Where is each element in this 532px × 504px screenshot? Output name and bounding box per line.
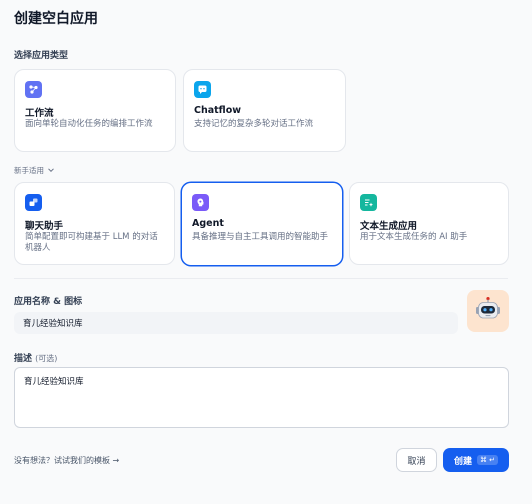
app-name-input[interactable] [14, 312, 458, 334]
app-type-card-chat-assistant[interactable]: 聊天助手 简单配置即可构建基于 LLM 的对话机器人 [14, 182, 175, 265]
workflow-icon [25, 81, 42, 98]
description-label-text: 描述 [14, 354, 33, 364]
card-description: 用于文本生成任务的 AI 助手 [360, 232, 468, 242]
app-type-card-chatflow[interactable]: Chatflow 支持记忆的复杂多轮对话工作流 [183, 69, 346, 152]
dialog-title: 创建空白应用 [14, 11, 98, 27]
beginner-toggle[interactable]: 新手适用 [14, 165, 55, 176]
app-type-label: 选择应用类型 [14, 51, 69, 61]
card-description: 面向单轮自动化任务的编排工作流 [25, 119, 153, 129]
card-title: Chatflow [194, 105, 242, 116]
chat-assistant-icon [25, 194, 42, 211]
app-type-card-text-generation[interactable]: 文本生成应用 用于文本生成任务的 AI 助手 [349, 182, 509, 265]
description-label: 描述 (可选) [14, 351, 57, 364]
optional-hint: (可选) [35, 354, 58, 363]
template-link[interactable]: 没有想法？试试我们的模板 → [14, 455, 119, 466]
chevron-down-icon [47, 166, 55, 176]
description-textarea[interactable]: 育儿经验知识库 [14, 367, 509, 428]
beginner-label: 新手适用 [14, 166, 44, 175]
app-icon-picker[interactable] [467, 290, 509, 332]
card-description: 简单配置即可构建基于 LLM 的对话机器人 [25, 232, 158, 253]
app-type-card-workflow[interactable]: 工作流 面向单轮自动化任务的编排工作流 [14, 69, 176, 152]
robot-avatar-icon [474, 295, 502, 327]
chatflow-icon [194, 81, 211, 98]
card-title: 工作流 [25, 108, 54, 119]
card-title: 文本生成应用 [360, 221, 418, 232]
card-title: 聊天助手 [25, 221, 64, 232]
shortcut-hint: ⌘ ↵ [476, 455, 499, 465]
cancel-button[interactable]: 取消 [396, 448, 437, 472]
card-title: Agent [192, 218, 224, 229]
app-type-card-agent[interactable]: Agent 具备推理与自主工具调用的智能助手 [181, 182, 343, 266]
create-button[interactable]: 创建 ⌘ ↵ [443, 448, 509, 472]
create-button-label: 创建 [453, 456, 472, 467]
name-label: 应用名称 & 图标 [14, 297, 83, 307]
text-generation-icon [360, 194, 377, 211]
card-description: 支持记忆的复杂多轮对话工作流 [194, 119, 314, 129]
divider [14, 278, 508, 279]
card-description: 具备推理与自主工具调用的智能助手 [192, 232, 329, 242]
agent-icon [192, 194, 209, 211]
